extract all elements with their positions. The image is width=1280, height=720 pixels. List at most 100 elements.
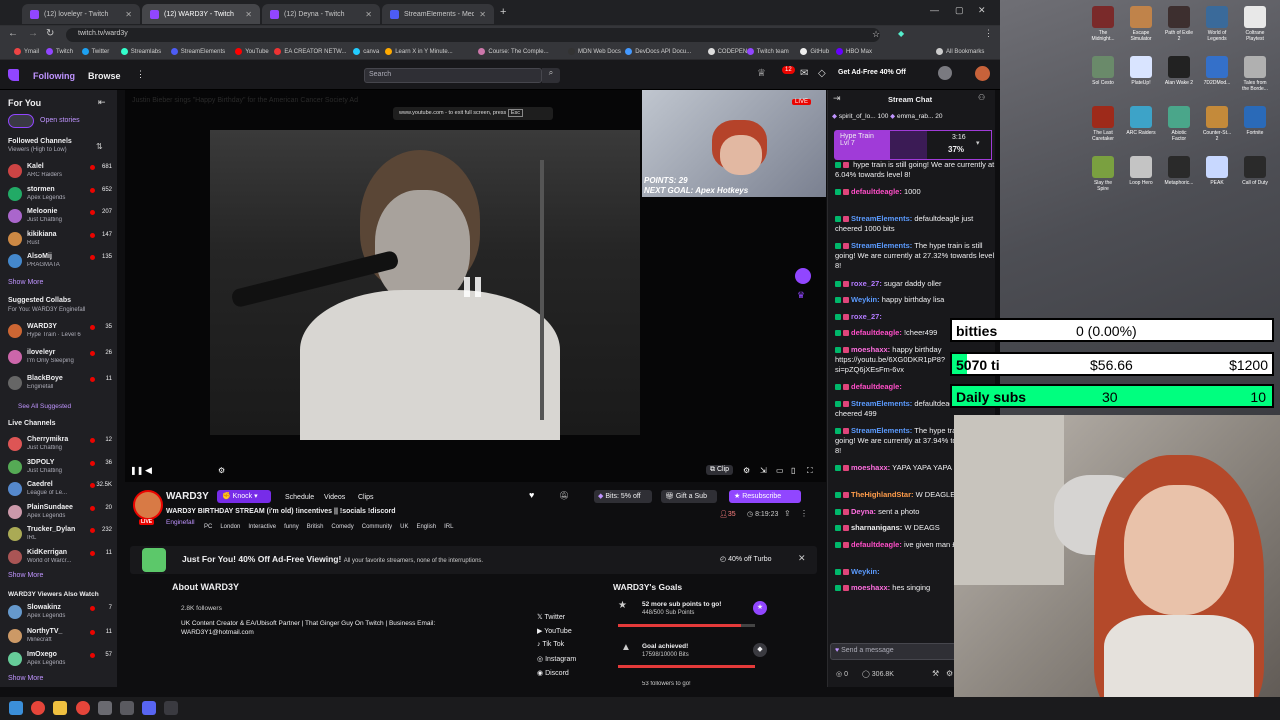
player-settings-icon[interactable]: ⚙ <box>743 466 750 475</box>
desktop-shortcut[interactable]: Coltrane Playtest <box>1240 6 1270 42</box>
social-link-youtube[interactable]: ▶ YouTube <box>537 627 572 635</box>
stream-tag[interactable]: Interactive <box>248 524 276 530</box>
close-icon[interactable]: ✕ <box>125 10 132 19</box>
clip-button[interactable]: ⧉ Clip <box>706 465 734 475</box>
bookmark-item[interactable]: HBO Max <box>836 48 872 55</box>
sidebar-channel-northytv_[interactable]: NorthyTV_ Minecraft 11 <box>8 627 112 647</box>
desktop-shortcut[interactable]: Abiotic Factor <box>1164 106 1194 142</box>
chat-input[interactable]: ♥ Send a message <box>830 643 958 660</box>
bookmark-item[interactable]: Ymail <box>14 48 39 55</box>
sidebar-channel-meloonie[interactable]: Meloonie Just Chatting 207 <box>8 207 112 227</box>
close-icon[interactable]: ✕ <box>798 553 806 564</box>
show-more-live[interactable]: Show More <box>8 572 43 579</box>
gift-sub-button[interactable]: 🎁︎ Gift a Sub <box>661 490 717 503</box>
channel-name[interactable]: WARD3Y <box>166 491 209 502</box>
sidebar-channel-blackboye[interactable]: BlackBoye Enginefall 11 <box>8 374 112 394</box>
back-icon[interactable]: ← <box>8 28 18 39</box>
stream-tag[interactable]: PC <box>204 524 212 530</box>
collapse-chat-icon[interactable]: ⇥ <box>833 93 841 104</box>
bookmark-item[interactable]: DevDocs API Docu... <box>625 48 691 55</box>
show-more-followed[interactable]: Show More <box>8 279 43 286</box>
bookmark-item[interactable]: EA CREATOR NETW... <box>274 48 347 55</box>
desktop-shortcut[interactable]: Path of Exile 2 <box>1164 6 1194 42</box>
bits-goal-icon[interactable]: ◆ <box>753 643 767 657</box>
new-tab-button[interactable]: + <box>500 6 506 18</box>
theatre-icon[interactable]: ▯ <box>791 466 795 475</box>
obs-icon[interactable] <box>98 701 112 715</box>
user-avatar[interactable] <box>975 66 990 81</box>
desktop-shortcut[interactable]: Slay the Spire <box>1088 156 1118 192</box>
chevron-down-icon[interactable]: ▾ <box>976 139 980 147</box>
streamdeck-icon[interactable] <box>164 701 178 715</box>
extension-icon[interactable]: ◆ <box>898 29 904 38</box>
star-icon[interactable]: ☆ <box>872 29 880 40</box>
chat-message[interactable]: hype train is still going! We are curren… <box>835 160 995 180</box>
browser-tab[interactable]: (12) Deyna - Twitch ✕ <box>262 4 380 24</box>
hype-train-badge[interactable]: Hype Train Lvl 7 <box>834 130 890 160</box>
browser-tab-active[interactable]: (12) WARD3Y - Twitch ✕ <box>142 4 260 24</box>
extension-avatar[interactable] <box>938 66 952 80</box>
close-icon[interactable]: ✕ <box>245 10 252 19</box>
bookmark-item[interactable]: Course: The Comple... <box>478 48 549 55</box>
desktop-shortcut[interactable]: 7D2DMod... <box>1202 56 1232 86</box>
sidebar-channel-trucker_dylan[interactable]: Trucker_Dylan IRL 232 <box>8 525 112 545</box>
chrome-icon[interactable] <box>31 701 45 715</box>
menu-kebab-icon[interactable]: ⋮ <box>984 28 993 39</box>
desktop-shortcut[interactable]: Escape Simulator <box>1126 6 1156 42</box>
sidebar-channel-kikikiana[interactable]: kikikiana Rust 147 <box>8 230 112 250</box>
bookmark-item[interactable]: MDN Web Docs <box>568 48 621 55</box>
collapse-sidebar-icon[interactable]: ⇤ <box>98 97 106 108</box>
desktop-shortcut[interactable]: Call of Duty <box>1240 156 1270 186</box>
sidebar-channel-imoxego[interactable]: ImOxego Apex Legends 57 <box>8 650 112 670</box>
bookmark-item[interactable]: All Bookmarks <box>936 48 984 55</box>
bits-balance[interactable]: ◯ 306.8K <box>862 670 894 678</box>
url-field[interactable]: twitch.tv/ward3y <box>66 28 880 42</box>
desktop-shortcut[interactable]: Fortnite <box>1240 106 1270 136</box>
social-link-twitter[interactable]: 𝕏 Twitter <box>537 613 565 621</box>
bits-icon[interactable]: ◇ <box>818 68 826 79</box>
play-pause-button[interactable]: ❚❚ <box>130 466 143 475</box>
chrome-active-icon[interactable] <box>76 701 90 715</box>
folder-icon[interactable] <box>53 701 67 715</box>
bits-offer-button[interactable]: ◆ Bits: 5% off <box>594 490 652 503</box>
social-link-tik-tok[interactable]: ♪ Tik Tok <box>537 641 564 648</box>
stream-tag[interactable]: funny <box>284 524 299 530</box>
stream-tag[interactable]: English <box>416 524 436 530</box>
popout-icon[interactable]: ⇲ <box>760 466 767 475</box>
stories-avatars[interactable] <box>8 114 34 128</box>
stream-tag[interactable]: London <box>220 524 240 530</box>
social-link-discord[interactable]: ◉ Discord <box>537 669 569 677</box>
search-icon[interactable]: ⌕ <box>542 68 560 83</box>
follow-heart-icon[interactable]: ♥ <box>529 490 534 500</box>
turbo-offer-button[interactable]: ◴ 40% off Turbo <box>720 555 772 563</box>
desktop-shortcut[interactable]: World of Legends <box>1202 6 1232 42</box>
desktop-shortcut[interactable]: Sol Cesto <box>1088 56 1118 86</box>
resubscribe-button[interactable]: ★ Resubscribe <box>729 490 801 503</box>
crown-icon[interactable]: ♛ <box>797 290 805 301</box>
stream-tag[interactable]: IRL <box>444 524 453 530</box>
desktop-shortcut[interactable]: ARC Raiders <box>1126 106 1156 136</box>
sidebar-channel-kalel[interactable]: Kalel ARC Raiders 681 <box>8 162 112 182</box>
desktop-shortcut[interactable]: The Last Caretaker <box>1088 106 1118 142</box>
reload-icon[interactable]: ↻ <box>46 28 54 39</box>
show-more-also[interactable]: Show More <box>8 675 43 682</box>
bookmark-item[interactable]: StreamElements <box>170 48 225 55</box>
chat-message[interactable]: defaultdeagle: 1000 <box>835 187 995 197</box>
fullscreen-icon[interactable]: ⛶ <box>807 466 813 476</box>
sort-icon[interactable]: ⇅ <box>96 142 103 151</box>
desktop-shortcut[interactable]: Counter-St... 2 <box>1202 106 1232 142</box>
close-icon[interactable]: ✕ <box>365 10 372 19</box>
sidebar-channel-caedrel[interactable]: Caedrel League of Le... 32.5K <box>8 480 112 500</box>
bookmark-item[interactable]: Twitch team <box>746 48 789 55</box>
bookmark-item[interactable]: GitHub <box>800 48 829 55</box>
stream-tag[interactable]: Community <box>362 524 392 530</box>
channel-points[interactable]: ◎ 0 <box>836 670 848 678</box>
chat-settings-icon[interactable]: ⚙ <box>946 669 953 678</box>
sidebar-channel-iloveleyr[interactable]: iloveleyr I'm Only Sleeping 26 <box>8 348 112 368</box>
sidebar-channel-alsomij[interactable]: AlsoMij PRAGMATA 135 <box>8 252 112 272</box>
sidebar-channel-cherrymikra[interactable]: Cherrymikra Just Chatting 12 <box>8 435 112 455</box>
volume-icon[interactable]: ◀ <box>145 465 152 476</box>
desktop-shortcut[interactable]: PlateUp! <box>1126 56 1156 86</box>
desktop-shortcut[interactable]: The Midnight... <box>1088 6 1118 42</box>
subscribe-star-icon[interactable]: ★ <box>753 601 767 615</box>
